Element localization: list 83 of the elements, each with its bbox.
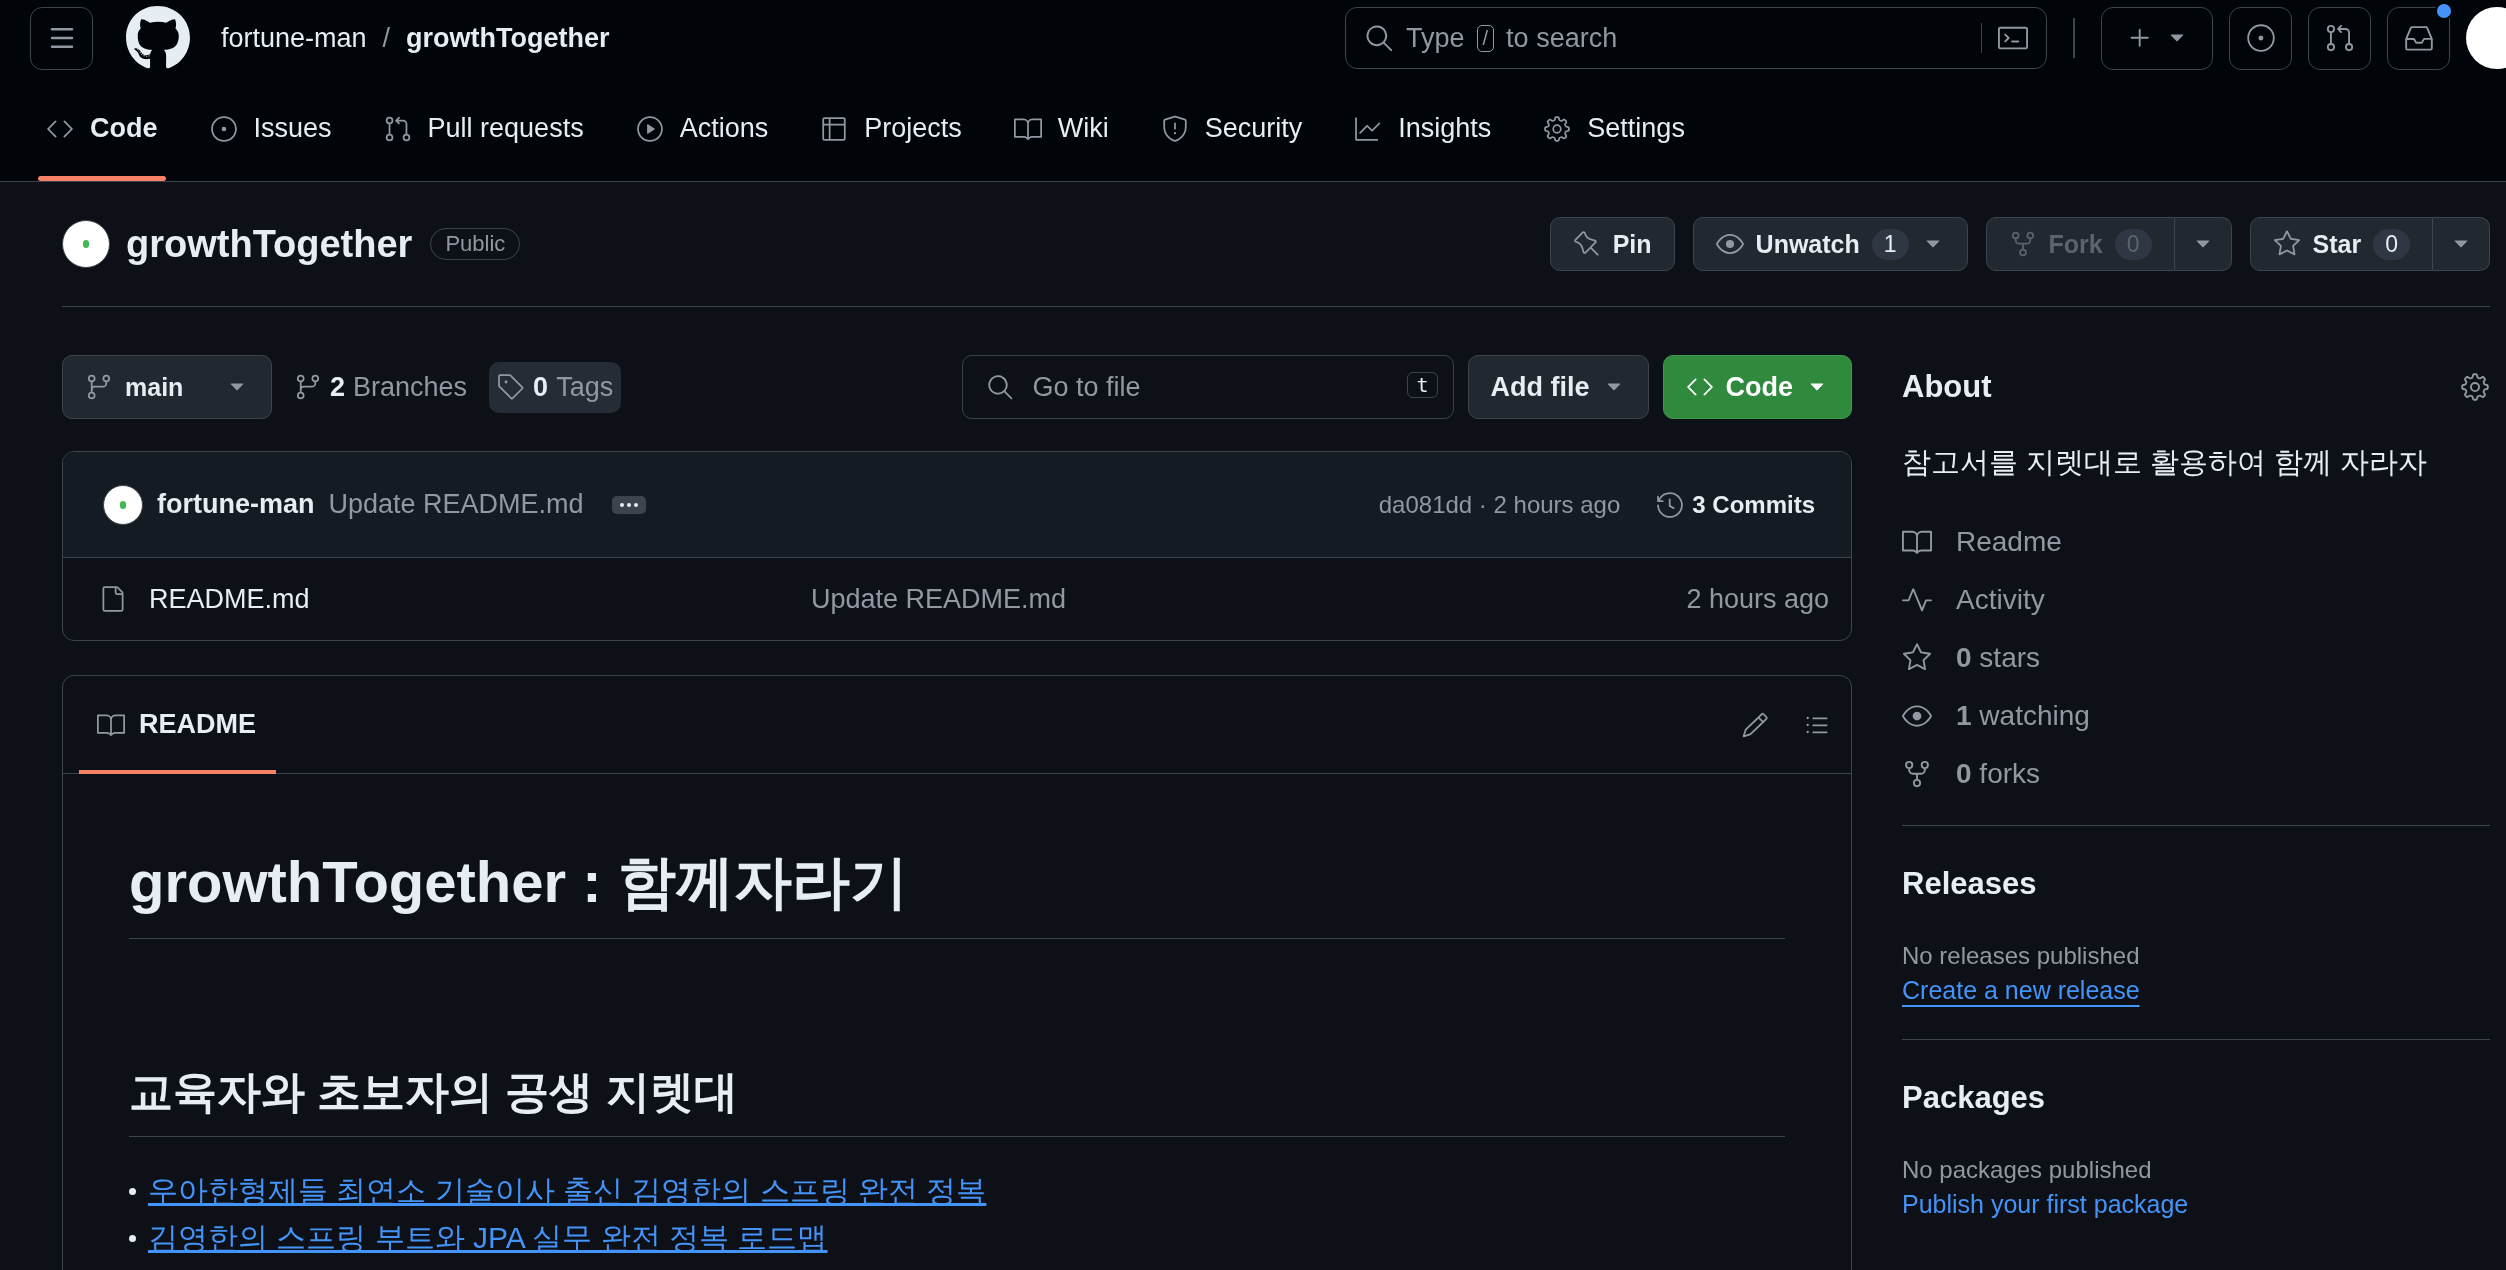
- readme-tab[interactable]: README: [79, 676, 276, 773]
- file-commit-message[interactable]: Update README.md: [811, 583, 1067, 615]
- course-link[interactable]: 김영한의 스프링 부트와 JPA 실무 완전 정복 로드맵: [148, 1218, 828, 1259]
- pull-requests-button[interactable]: [2308, 6, 2371, 70]
- search-field[interactable]: Type / to search: [1345, 7, 2047, 69]
- bullet-icon: [129, 1188, 136, 1195]
- commit-meta: da081dd · 2 hours ago: [1378, 490, 1621, 519]
- more-button[interactable]: [611, 495, 646, 514]
- avatar: [62, 220, 110, 268]
- about-link[interactable]: 0 forks: [1902, 745, 2490, 803]
- pin-button[interactable]: Pin: [1549, 217, 1675, 271]
- breadcrumb-link[interactable]: growthTogether: [406, 22, 610, 54]
- settings-icon[interactable]: [2460, 372, 2490, 402]
- history-icon: [1656, 490, 1685, 519]
- tag-icon: [497, 373, 526, 401]
- repo-description: 참고서를 지렛대로 활용하여 함께 자라자: [1902, 445, 2429, 480]
- watch-button[interactable]: Unwatch 1: [1692, 217, 1968, 271]
- inbox-icon: [2403, 23, 2434, 53]
- commit-message: Update README.md: [328, 489, 584, 520]
- star-button[interactable]: Star 0: [2249, 217, 2433, 271]
- nav-tab[interactable]: Projects: [804, 76, 978, 181]
- play-icon: [635, 114, 664, 143]
- counter: 1: [1871, 228, 1909, 260]
- about-title: About: [1902, 369, 1992, 405]
- breadcrumb-link[interactable]: fortune-man: [221, 22, 367, 54]
- branch-icon: [294, 373, 322, 401]
- search-icon: [1364, 23, 1394, 53]
- issues-button[interactable]: [2229, 6, 2292, 70]
- file-icon: [99, 585, 127, 613]
- tags-link[interactable]: 0 Tags: [489, 361, 622, 413]
- pin-icon: [1572, 230, 1601, 258]
- nav-tab[interactable]: Pull requests: [367, 76, 600, 181]
- about-link[interactable]: Activity: [1902, 571, 2490, 629]
- packages-title: Packages: [1902, 1080, 2047, 1116]
- readme-heading: growthTogether : 함께자라기: [129, 844, 1785, 939]
- add-file-button[interactable]: Add file: [1467, 355, 1649, 419]
- counter: 0: [2373, 228, 2410, 260]
- star-icon: [2272, 230, 2301, 258]
- shortcut-key: t: [1407, 372, 1438, 398]
- bullet-icon: [129, 1235, 136, 1242]
- nav-tab[interactable]: Actions: [619, 76, 785, 181]
- avatar: [103, 484, 143, 525]
- repo-title: growthTogether: [126, 222, 413, 266]
- code-button[interactable]: Code: [1662, 355, 1852, 419]
- publish-package-link[interactable]: Publish your first package: [1902, 1190, 2189, 1219]
- star-menu-button[interactable]: [2433, 217, 2490, 271]
- settings-icon: [1543, 114, 1572, 143]
- about-link[interactable]: Readme: [1902, 513, 2490, 571]
- pull-request-icon: [2324, 23, 2355, 53]
- branches-link[interactable]: 2 Branches: [286, 361, 476, 413]
- file-time: 2 hours ago: [1686, 583, 1829, 615]
- star-icon: [1902, 643, 1932, 673]
- search-icon: [985, 373, 1014, 401]
- packages-empty-text: No packages published: [1902, 1156, 2153, 1184]
- breadcrumb-separator: /: [382, 22, 391, 54]
- commit-author[interactable]: fortune-man: [157, 489, 315, 520]
- about-link[interactable]: 1 watching: [1902, 687, 2490, 745]
- inbox-button[interactable]: [2387, 6, 2450, 70]
- pull-request-icon: [383, 114, 412, 143]
- commits-link[interactable]: 3 Commits: [1656, 490, 1815, 519]
- branch-icon: [85, 373, 113, 401]
- shield-icon: [1160, 114, 1189, 143]
- logo-icon[interactable]: [125, 5, 191, 71]
- edit-icon[interactable]: [1741, 710, 1769, 739]
- branch-button[interactable]: main: [62, 355, 272, 419]
- table-icon: [820, 114, 849, 143]
- nav-tab[interactable]: Insights: [1338, 76, 1508, 181]
- nav-tab[interactable]: Settings: [1527, 76, 1701, 181]
- menu-button[interactable]: [30, 6, 93, 70]
- course-link[interactable]: 우아한형제들 최연소 기술이사 출신 김영한의 스프링 완전 정복: [148, 1171, 987, 1212]
- fork-icon: [1902, 759, 1932, 789]
- create-release-link[interactable]: Create a new release: [1902, 976, 2140, 1005]
- graph-icon: [1354, 114, 1383, 143]
- nav-tab[interactable]: Wiki: [997, 76, 1125, 181]
- releases-title: Releases: [1902, 866, 2038, 902]
- shortcut-key: /: [1476, 24, 1495, 52]
- file-name[interactable]: README.md: [99, 583, 811, 615]
- nav-tab[interactable]: Code: [30, 76, 174, 181]
- about-link[interactable]: 0 stars: [1902, 629, 2490, 687]
- releases-empty-text: No releases published: [1902, 942, 2141, 970]
- nav-tab[interactable]: Issues: [193, 76, 348, 181]
- readme-subheading: 교육자와 초보자의 공생 지렛대: [129, 1063, 1785, 1137]
- nav-tab[interactable]: Security: [1144, 76, 1319, 181]
